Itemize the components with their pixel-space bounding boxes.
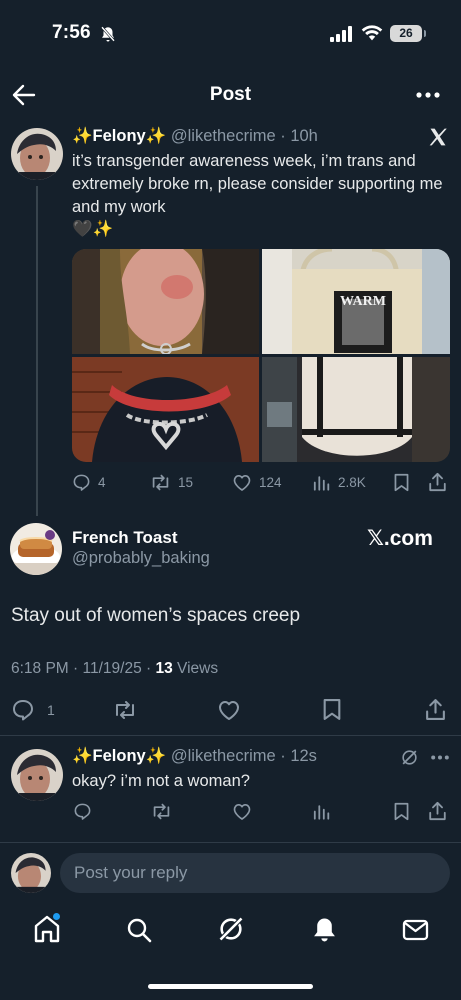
- share-icon[interactable]: [428, 472, 447, 492]
- reply-icon: [13, 700, 33, 721]
- media-photo-selfie[interactable]: [72, 249, 259, 354]
- views-icon[interactable]: [313, 802, 331, 821]
- reply-button[interactable]: 4: [72, 473, 106, 492]
- share-icon[interactable]: [425, 698, 446, 721]
- wifi-icon: [361, 24, 383, 42]
- author-handle[interactable]: @likethecrime: [171, 747, 276, 765]
- heart-icon[interactable]: [217, 699, 241, 721]
- sparkle-emoji: ✨: [145, 747, 167, 765]
- media-photo-tote-bag[interactable]: WARM: [262, 249, 450, 354]
- timestamp-text: 6:18 PM · 11/19/25 ·: [11, 660, 156, 677]
- repost-icon: [152, 474, 169, 491]
- page-title: Post: [209, 84, 252, 105]
- like-count: 124: [259, 475, 282, 490]
- sparkle-emoji: ✨: [72, 127, 93, 145]
- messages-icon[interactable]: [402, 919, 429, 941]
- media-photo-harness[interactable]: [262, 357, 450, 462]
- grok-icon[interactable]: [400, 748, 419, 767]
- repost-count: 15: [178, 475, 194, 490]
- media-photo-collar[interactable]: [72, 357, 259, 462]
- grok-icon[interactable]: [217, 915, 245, 943]
- bookmark-icon[interactable]: [322, 698, 342, 721]
- thread-line: [36, 186, 38, 516]
- x-com-watermark: 𝕏.com: [367, 527, 433, 550]
- reply-count: 1: [47, 702, 55, 718]
- heart-icon: [233, 475, 251, 491]
- bookmark-icon[interactable]: [393, 802, 410, 821]
- status-time: 7:56: [52, 22, 91, 43]
- repost-button[interactable]: 15: [150, 473, 193, 492]
- reply-count: 4: [98, 475, 106, 490]
- more-options-icon[interactable]: [431, 755, 449, 760]
- reply-tweet-header: ✨Felony✨ @likethecrime · 12s: [72, 747, 317, 765]
- battery-indicator: 26: [390, 25, 426, 42]
- repost-icon[interactable]: [112, 699, 138, 721]
- signal-icon: [330, 26, 354, 42]
- heart-icon[interactable]: [232, 802, 252, 821]
- more-options-icon[interactable]: [416, 92, 440, 98]
- reply-input[interactable]: Post your reply: [60, 853, 450, 893]
- tweet-emoji: 🖤✨: [72, 220, 114, 238]
- views-button[interactable]: 2.8K: [313, 473, 366, 492]
- reply-icon[interactable]: [73, 802, 92, 821]
- author-name[interactable]: French Toast: [72, 528, 177, 548]
- notifications-icon[interactable]: [312, 916, 337, 944]
- media-text: WARM: [340, 294, 386, 309]
- sparkle-emoji: ✨: [72, 747, 93, 765]
- views-icon: [313, 476, 330, 491]
- avatar[interactable]: [11, 853, 51, 893]
- like-button[interactable]: 124: [232, 473, 282, 492]
- tweet-time: 12s: [290, 747, 317, 765]
- home-indicator: [148, 984, 313, 989]
- views-count: 2.8K: [338, 475, 366, 490]
- reply-text: okay? i’m not a woman?: [72, 772, 250, 790]
- main-reply-button[interactable]: 1: [11, 698, 55, 722]
- bookmark-icon[interactable]: [393, 473, 410, 492]
- views-number: 13: [155, 660, 173, 677]
- tweet-timestamp: 6:18 PM · 11/19/25 · 13 Views: [11, 660, 218, 678]
- repost-icon[interactable]: [151, 802, 172, 821]
- tweet-text: it’s transgender awareness week, i’m tra…: [72, 152, 443, 216]
- home-icon[interactable]: [33, 913, 61, 944]
- tweet-time: 10h: [290, 127, 318, 145]
- parent-tweet-header: ✨Felony✨ @likethecrime · 10h: [72, 127, 318, 145]
- views-label: Views: [172, 660, 219, 677]
- sparkle-emoji: ✨: [145, 127, 167, 145]
- mute-bell-icon: [99, 25, 117, 43]
- notification-dot: [53, 913, 60, 920]
- reply-icon: [73, 474, 90, 491]
- author-name[interactable]: Felony: [93, 127, 146, 145]
- avatar[interactable]: [11, 749, 63, 801]
- avatar[interactable]: [10, 523, 62, 575]
- avatar[interactable]: [11, 128, 63, 180]
- x-logo-icon: [428, 127, 448, 147]
- author-handle[interactable]: @likethecrime: [171, 127, 276, 145]
- search-icon[interactable]: [126, 917, 152, 943]
- author-handle[interactable]: @probably_baking: [72, 549, 210, 568]
- author-name[interactable]: Felony: [93, 747, 146, 765]
- divider: [0, 842, 461, 843]
- main-tweet-text: Stay out of women’s spaces creep: [11, 605, 301, 626]
- share-icon[interactable]: [428, 801, 447, 821]
- media-grid[interactable]: WARM: [72, 249, 450, 462]
- divider: [0, 735, 461, 736]
